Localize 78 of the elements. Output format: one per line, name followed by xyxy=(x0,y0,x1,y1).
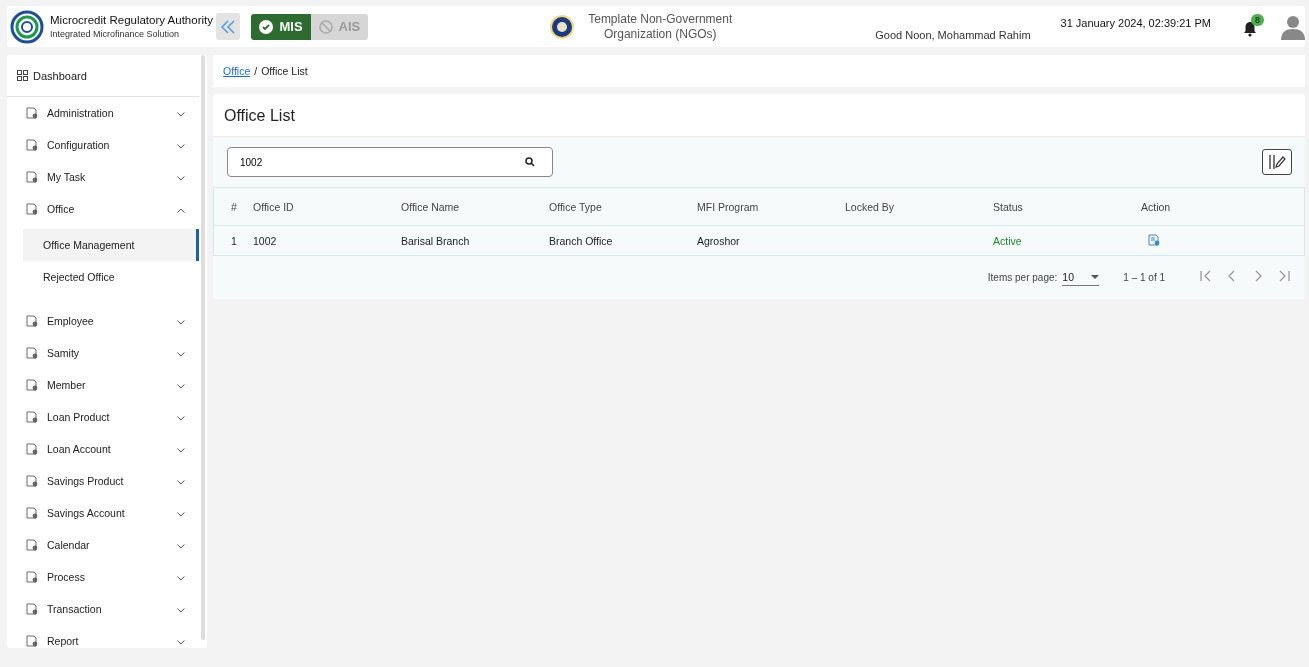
last-page-icon xyxy=(1278,270,1290,282)
org-title: Microcredit Regulatory Authority xyxy=(50,14,213,26)
document-icon xyxy=(26,139,38,151)
nav-item[interactable]: Member xyxy=(7,369,199,401)
nav-item[interactable]: Transaction xyxy=(7,593,199,625)
table-cell-text: 1 xyxy=(231,234,238,247)
nav-item[interactable]: Calendar xyxy=(7,529,199,561)
seal-icon xyxy=(549,13,576,40)
breadcrumb-current: Office List xyxy=(261,65,308,77)
search-field[interactable]: 1002 xyxy=(227,147,553,177)
submenu-item[interactable]: Rejected Office xyxy=(23,261,199,293)
nav-item[interactable]: Savings Product xyxy=(7,465,199,497)
nav-item[interactable]: Samity xyxy=(7,337,199,369)
avatar-icon xyxy=(1281,13,1305,40)
page-size-select[interactable]: 10 xyxy=(1062,269,1100,286)
nav-item[interactable]: Report xyxy=(7,625,199,648)
bell-icon xyxy=(1243,21,1257,37)
edit-columns-icon xyxy=(1268,154,1286,170)
breadcrumb-separator: / xyxy=(254,65,258,77)
nav-item[interactable]: Administration xyxy=(7,97,199,129)
document-icon xyxy=(26,635,38,647)
breadcrumb-link[interactable]: Office xyxy=(223,65,251,77)
column-header: Office ID xyxy=(253,200,295,213)
document-icon xyxy=(26,203,38,215)
page-range: 1 – 1 of 1 xyxy=(1123,272,1165,283)
document-icon xyxy=(26,171,38,183)
active-mode-tab[interactable]: MIS xyxy=(251,13,311,40)
blocked-icon xyxy=(318,19,333,34)
column-header: # xyxy=(231,200,238,213)
nav-item[interactable]: Employee xyxy=(7,305,199,337)
document-icon xyxy=(26,443,38,455)
dashboard-link[interactable]: Dashboard xyxy=(7,55,199,97)
logo-icon xyxy=(10,9,44,44)
grid-icon xyxy=(17,70,28,81)
first-page-icon xyxy=(1200,270,1212,282)
nav-item[interactable]: Configuration xyxy=(7,129,199,161)
table-cell-text: Barisal Branch xyxy=(401,234,471,247)
column-header: Action xyxy=(1141,200,1172,213)
page-title: Office List xyxy=(213,94,1305,137)
collapse-button[interactable] xyxy=(216,13,241,40)
status-text: Active xyxy=(993,234,1023,247)
organization-name: Template Non-Government Organization (NGOs) xyxy=(587,11,734,42)
notification-button[interactable] xyxy=(1243,21,1257,37)
column-header: Locked By xyxy=(845,200,896,213)
greeting-text: Good Noon, Mohammad Rahim xyxy=(875,29,1031,41)
nav-item[interactable]: Loan Account xyxy=(7,433,199,465)
document-icon xyxy=(26,315,38,327)
document-icon xyxy=(26,411,38,423)
nav-item[interactable]: My Task xyxy=(7,161,199,193)
notification-badge: 8 xyxy=(1251,14,1264,26)
items-per-page-label: Items per page: xyxy=(987,272,1058,283)
dropdown-caret-icon xyxy=(1091,275,1100,279)
org-subtitle: Integrated Microfinance Solution xyxy=(50,29,181,39)
nav-item[interactable]: Savings Account xyxy=(7,497,199,529)
document-icon xyxy=(26,475,38,487)
document-icon xyxy=(26,507,38,519)
column-settings-button[interactable] xyxy=(1262,149,1292,175)
table-cell-text: 1002 xyxy=(253,234,278,247)
search-icon xyxy=(525,157,535,167)
check-circle-icon xyxy=(259,19,274,34)
column-header: MFI Program xyxy=(697,200,760,213)
date-time: 31 January 2024, 02:39:21 PM xyxy=(1060,16,1211,29)
column-header: Office Type xyxy=(549,200,603,213)
column-header: Office Name xyxy=(401,200,461,213)
nav-item[interactable]: Office xyxy=(7,193,199,225)
table-cell-text: Branch Office xyxy=(549,234,614,247)
nav-item[interactable]: Process xyxy=(7,561,199,593)
column-header: Status xyxy=(993,200,1024,213)
document-icon xyxy=(26,379,38,391)
document-icon xyxy=(26,107,38,119)
document-icon xyxy=(1148,233,1160,246)
submenu-item[interactable]: Office Management xyxy=(23,229,199,261)
document-icon xyxy=(26,539,38,551)
document-icon xyxy=(26,347,38,359)
table-cell-text: Agroshor xyxy=(697,234,741,247)
document-icon xyxy=(26,571,38,583)
nav-item[interactable]: Loan Product xyxy=(7,401,199,433)
document-icon xyxy=(26,603,38,615)
